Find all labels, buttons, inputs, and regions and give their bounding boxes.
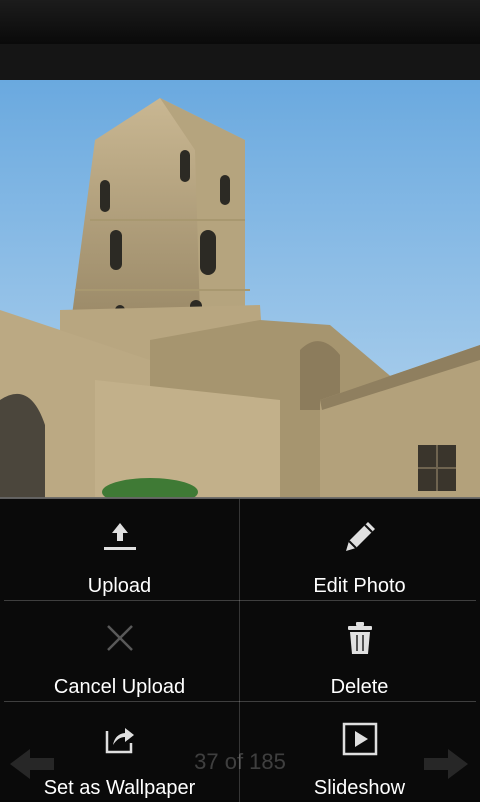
delete-button[interactable]: Delete xyxy=(240,600,479,700)
upload-icon xyxy=(0,517,239,557)
next-photo-button[interactable] xyxy=(420,745,472,783)
photo-counter: 37 of 185 xyxy=(194,749,286,774)
status-bar xyxy=(0,0,480,44)
close-icon xyxy=(0,618,239,658)
upload-button[interactable]: Upload xyxy=(0,499,239,599)
cancel-upload-label: Cancel Upload xyxy=(53,676,186,698)
delete-label: Delete xyxy=(330,676,389,698)
action-bar xyxy=(0,44,480,80)
edit-photo-button[interactable]: Edit Photo xyxy=(240,499,479,599)
edit-photo-label: Edit Photo xyxy=(313,575,406,597)
cancel-upload-button[interactable]: Cancel Upload xyxy=(0,600,239,700)
pencil-icon xyxy=(240,517,479,557)
arrow-right-icon xyxy=(424,749,468,779)
upload-label: Upload xyxy=(87,575,152,597)
trash-icon xyxy=(240,618,479,658)
